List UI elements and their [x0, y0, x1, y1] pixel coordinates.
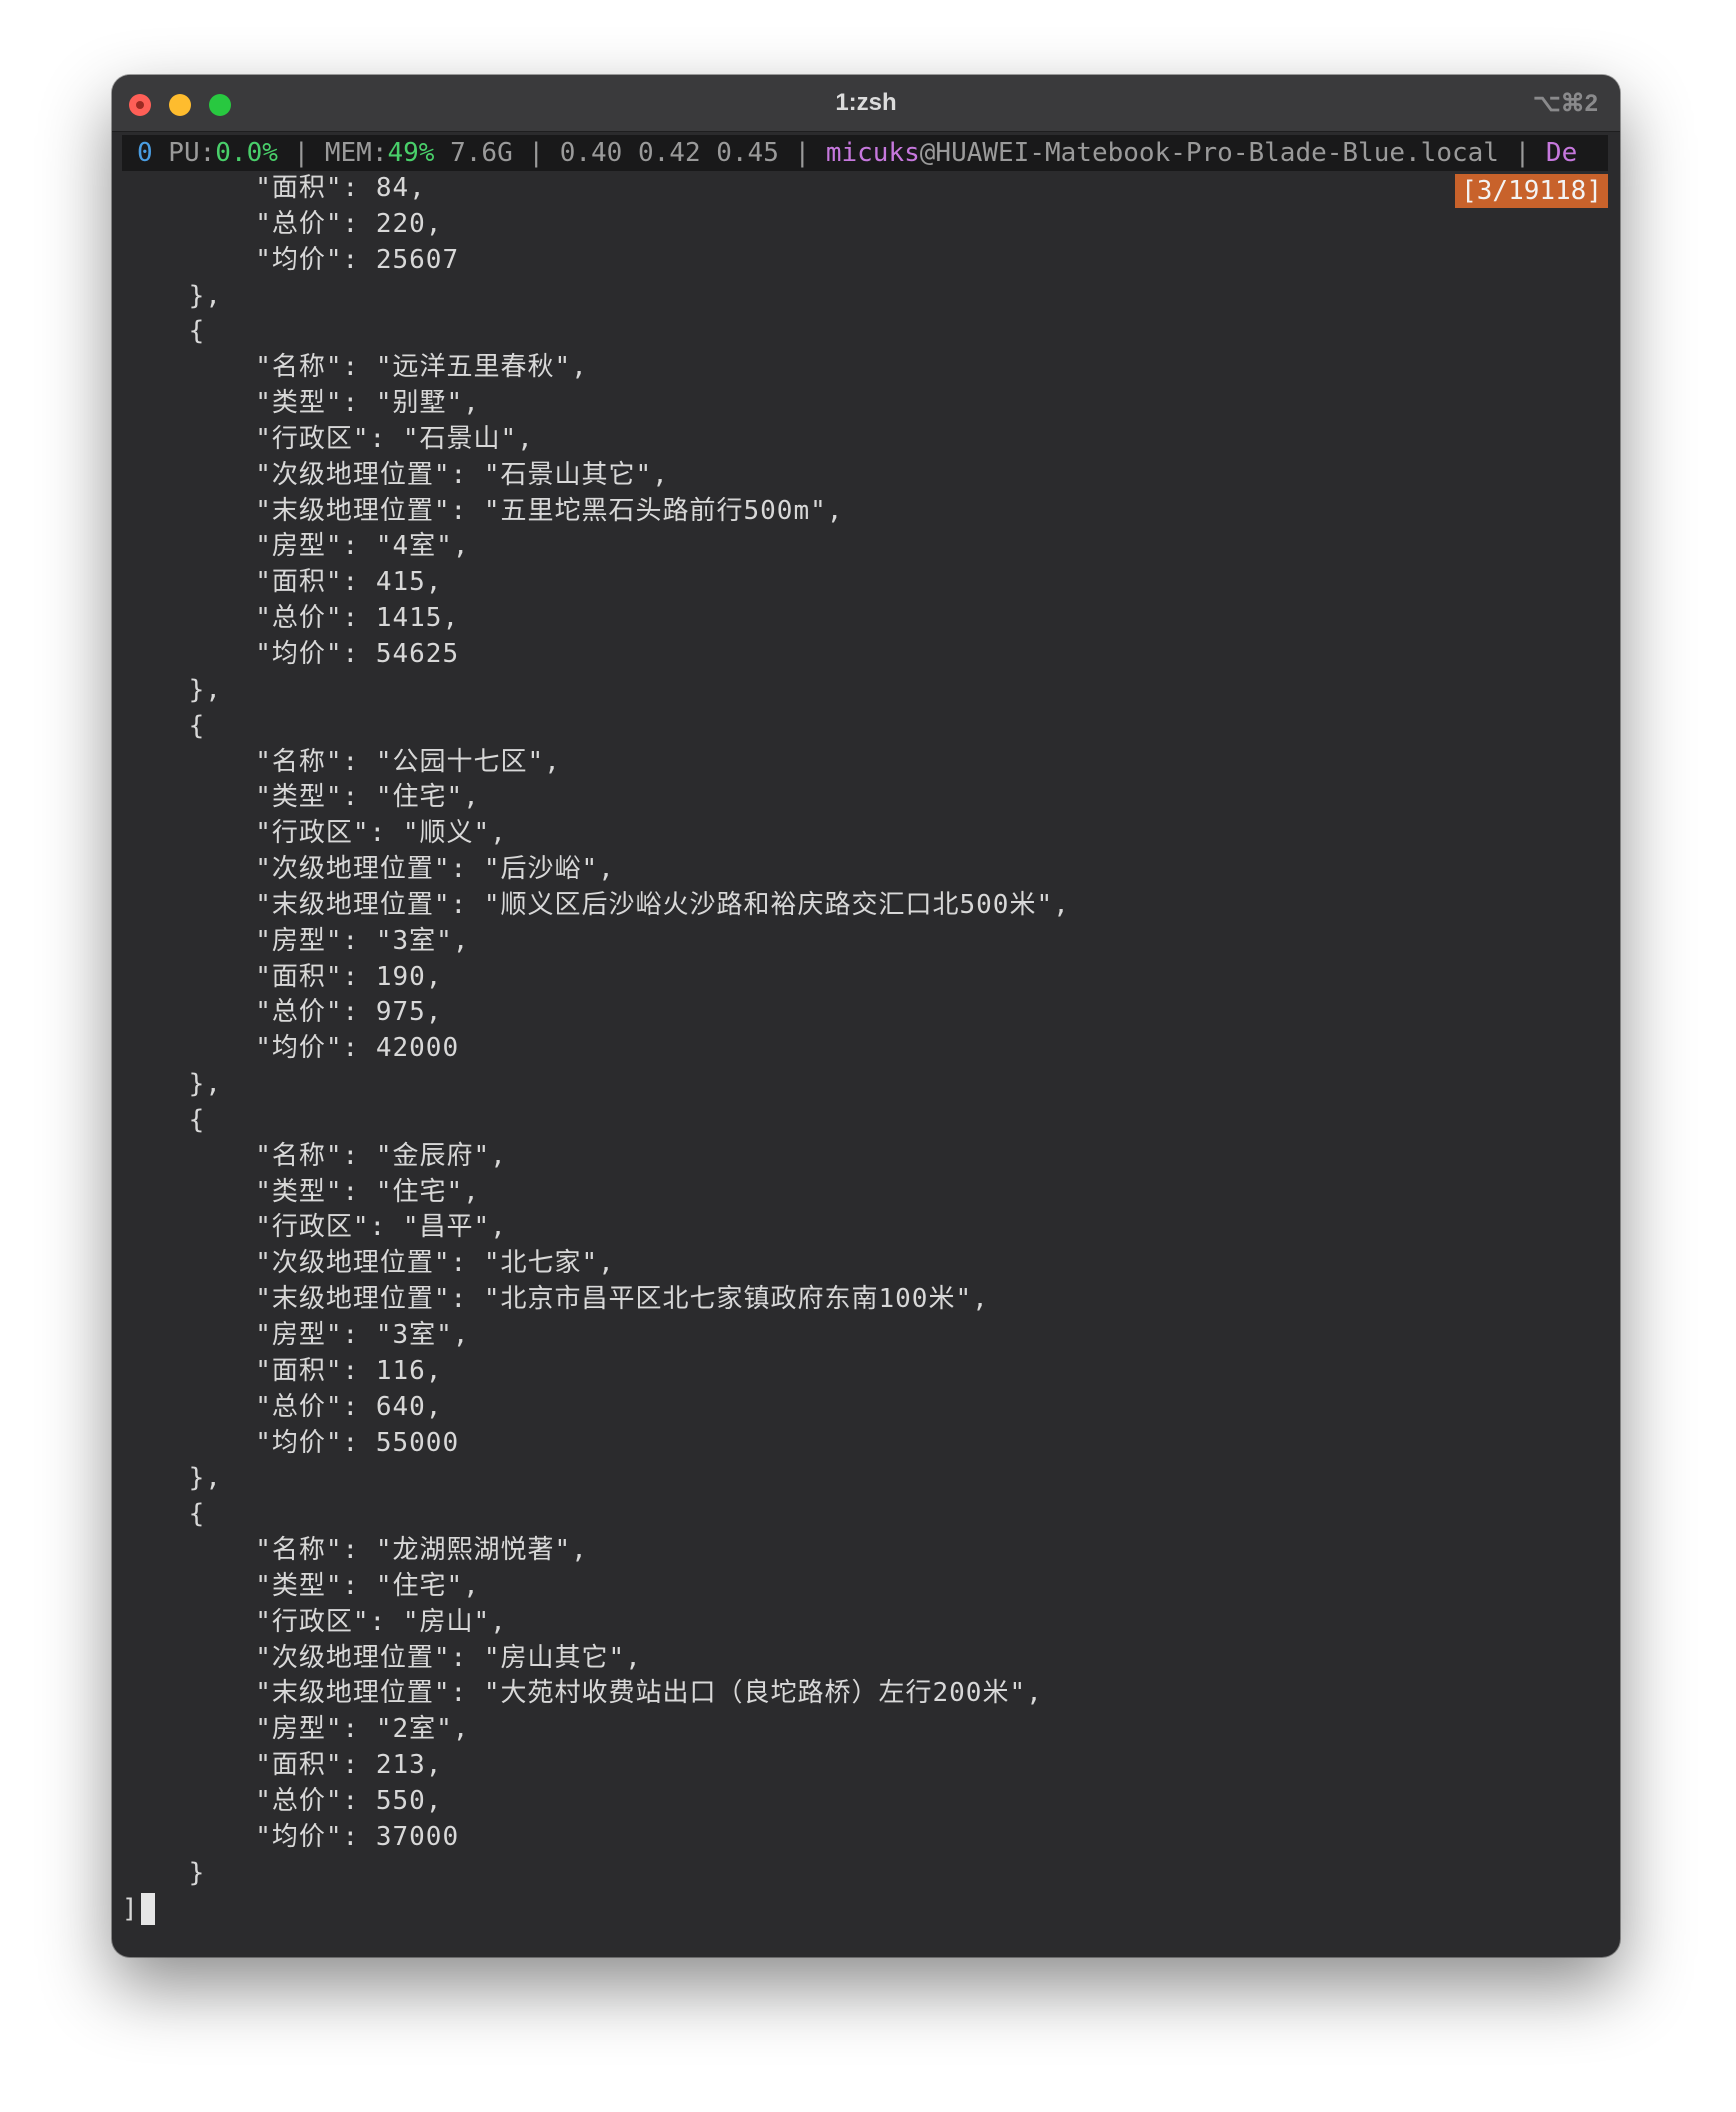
terminal-line: "次级地理位置": "北七家", [122, 1248, 615, 1279]
mem-label: MEM: [324, 138, 388, 168]
terminal-line: "类型": "住宅", [122, 1570, 480, 1601]
terminal-line: "房型": "4室", [122, 531, 470, 562]
terminal-line: }, [122, 280, 222, 311]
terminal-line: } [122, 1857, 206, 1888]
terminal-line: "总价": 1415, [122, 603, 460, 634]
terminal-line: "名称": "龙湖熙湖悦著", [122, 1535, 588, 1566]
text-cursor [140, 1893, 155, 1925]
terminal-line: }, [122, 1463, 222, 1494]
terminal-line: ] [122, 1892, 1070, 1928]
terminal-line: "均价": 25607 [122, 244, 460, 275]
cpu-value: 0.0% [215, 138, 278, 168]
load-average: 0.40 0.42 0.45 [559, 138, 779, 168]
terminal-line: "房型": "2室", [122, 1714, 470, 1745]
terminal-line: "面积": 116, [122, 1355, 443, 1386]
terminal-line: "均价": 54625 [122, 638, 460, 669]
status-tail: De [1545, 138, 1578, 168]
host-name: @HUAWEI-Matebook-Pro-Blade-Blue.local [919, 138, 1499, 168]
terminal-line: "次级地理位置": "石景山其它", [122, 459, 669, 490]
mem-size: 7.6G [434, 138, 513, 168]
title-bar: 1:zsh ⌥⌘2 [112, 75, 1620, 132]
terminal-line: "总价": 975, [122, 997, 443, 1028]
terminal-line: "面积": 213, [122, 1750, 443, 1781]
terminal-line: "房型": "3室", [122, 925, 470, 956]
terminal-line: "名称": "远洋五里春秋", [122, 352, 588, 383]
separator: | [277, 138, 325, 168]
terminal-line: "总价": 640, [122, 1391, 443, 1422]
terminal-line: "末级地理位置": "顺义区后沙峪火沙路和裕庆路交汇口北500米", [122, 889, 1070, 920]
terminal-line: { [122, 1499, 206, 1530]
terminal-line: "类型": "别墅", [122, 388, 480, 419]
mem-percent: 49% [387, 138, 435, 168]
terminal-line: "次级地理位置": "房山其它", [122, 1642, 642, 1673]
cpu-label: PU: [152, 138, 216, 168]
window-shortcut: ⌥⌘2 [1532, 90, 1598, 117]
terminal-line: "行政区": "昌平", [122, 1212, 507, 1243]
terminal-line: "次级地理位置": "后沙峪", [122, 854, 615, 885]
window-title: 1:zsh [835, 89, 897, 116]
terminal-line: "末级地理位置": "五里坨黑石头路前行500m", [122, 495, 844, 526]
terminal-line: "行政区": "房山", [122, 1606, 507, 1637]
terminal-line: }, [122, 1069, 222, 1100]
terminal-line: }, [122, 674, 222, 705]
terminal-line: "面积": 84, [122, 173, 426, 203]
separator: | [778, 138, 826, 168]
cpu-prefix: 0 [137, 138, 153, 168]
terminal-line: "总价": 550, [122, 1785, 443, 1816]
terminal-line: "类型": "住宅", [122, 782, 480, 813]
terminal-line: "房型": "3室", [122, 1320, 470, 1350]
pager-position-badge: [3/19118] [1455, 174, 1608, 208]
terminal-line: "均价": 37000 [122, 1821, 460, 1852]
terminal-line: "名称": "公园十七区", [122, 746, 561, 777]
user-name: micuks [825, 138, 920, 168]
tmux-status-bar: 0 PU:0.0% | MEM:49% 7.6G | 0.40 0.42 0.4… [122, 135, 1608, 171]
terminal-line: "行政区": "顺义", [122, 818, 507, 849]
terminal-line: "类型": "住宅", [122, 1176, 480, 1207]
terminal-line: "名称": "金辰府", [122, 1140, 507, 1171]
terminal-window: 1:zsh ⌥⌘2 0 PU:0.0% | MEM:49% 7.6G | 0.4… [112, 75, 1620, 1957]
terminal-line: "均价": 42000 [122, 1033, 460, 1064]
terminal-line: "面积": 415, [122, 567, 443, 598]
terminal-line: { [122, 316, 206, 347]
terminal-line: { [122, 710, 206, 741]
terminal-line: "行政区": "石景山", [122, 423, 534, 454]
terminal-line: "总价": 220, [122, 208, 443, 239]
terminal-line: "均价": 55000 [122, 1427, 460, 1458]
terminal-output[interactable]: "面积": 84, "总价": 220, "均价": 25607 }, { "名… [122, 171, 1070, 1927]
terminal-line: { [122, 1104, 206, 1135]
separator: | [512, 138, 560, 168]
terminal-line: "面积": 190, [122, 961, 443, 992]
separator: | [1498, 138, 1546, 168]
terminal-line: "末级地理位置": "北京市昌平区北七家镇政府东南100米", [122, 1284, 989, 1315]
terminal-line: "末级地理位置": "大苑村收费站出口（良坨路桥）左行200米", [122, 1678, 1043, 1709]
